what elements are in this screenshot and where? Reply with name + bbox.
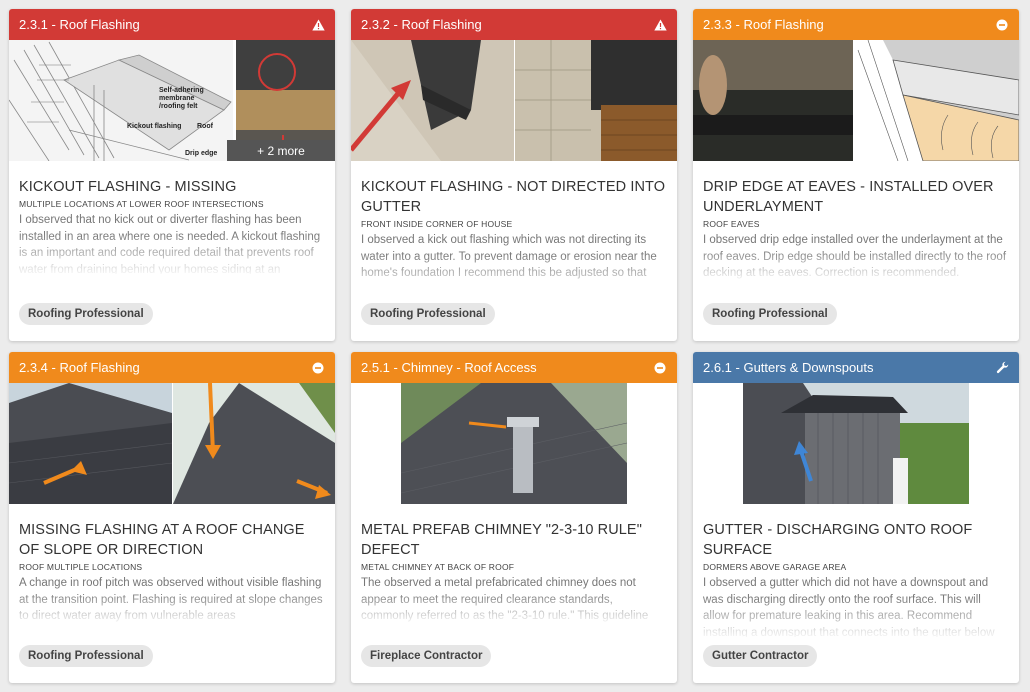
defect-card[interactable]: 2.3.4 - Roof Flashing MISSING FLASHING A… — [9, 352, 335, 683]
card-header: 2.6.1 - Gutters & Downspouts — [693, 352, 1019, 383]
card-photos[interactable]: Self-adhering membrane /roofing felt Kic… — [9, 40, 335, 161]
svg-text:Drip edge: Drip edge — [185, 150, 217, 157]
defect-description: I observed a kick out flashing which was… — [361, 234, 657, 279]
card-photos[interactable] — [351, 40, 677, 161]
defect-title: METAL PREFAB CHIMNEY "2-3-10 RULE" DEFEC… — [361, 522, 642, 558]
defect-location: MULTIPLE LOCATIONS AT LOWER ROOF INTERSE… — [19, 199, 264, 209]
card-header: 2.3.2 - Roof Flashing — [351, 9, 677, 40]
defect-description: I observed that no kick out or diverter … — [19, 214, 321, 274]
defect-description: The observed a metal prefabricated chimn… — [361, 577, 649, 622]
card-photos[interactable] — [693, 40, 1019, 161]
defect-description: I observed a gutter which did not have a… — [703, 577, 995, 637]
contractor-chip[interactable]: Roofing Professional — [703, 303, 837, 325]
defect-location: ROOF MULTIPLE LOCATIONS — [19, 562, 143, 572]
defect-card[interactable]: 2.3.2 - Roof Flashing KICKOUT FLASHING -… — [351, 9, 677, 341]
card-photos[interactable] — [693, 383, 1019, 504]
card-header: 2.3.1 - Roof Flashing — [9, 9, 335, 40]
card-header: 2.5.1 - Chimney - Roof Access — [351, 352, 677, 383]
defect-card[interactable]: 2.6.1 - Gutters & Downspouts GUTTER - DI… — [693, 352, 1019, 683]
svg-text:Kickout flashing: Kickout flashing — [127, 123, 181, 130]
wrench-icon — [995, 361, 1009, 375]
minus-circle-icon — [311, 361, 325, 375]
warning-icon — [653, 18, 667, 32]
defect-card-grid: 2.3.1 - Roof Flashing Self-adhering memb… — [0, 0, 1030, 692]
warning-icon — [311, 18, 325, 32]
defect-card[interactable]: 2.5.1 - Chimney - Roof Access METAL PREF… — [351, 352, 677, 683]
gutter-photo — [693, 383, 1019, 504]
defect-location: FRONT INSIDE CORNER OF HOUSE — [361, 219, 513, 229]
card-section-label: 2.3.3 - Roof Flashing — [703, 17, 824, 32]
defect-title: KICKOUT FLASHING - NOT DIRECTED INTO GUT… — [361, 179, 666, 215]
svg-text:Roof: Roof — [197, 123, 214, 130]
contractor-chip[interactable]: Roofing Professional — [361, 303, 495, 325]
minus-circle-icon — [995, 18, 1009, 32]
contractor-chip[interactable]: Roofing Professional — [19, 645, 153, 667]
roof-slope-photos — [9, 383, 335, 504]
card-photos[interactable] — [351, 383, 677, 504]
defect-description: I observed drip edge installed over the … — [703, 234, 1007, 279]
defect-title: DRIP EDGE AT EAVES - INSTALLED OVER UNDE… — [703, 179, 994, 215]
defect-location: DORMERS ABOVE GARAGE AREA — [703, 562, 847, 572]
defect-title: GUTTER - DISCHARGING ONTO ROOF SURFACE — [703, 522, 973, 558]
svg-text:Self-adhering: Self-adhering — [159, 87, 204, 94]
card-section-label: 2.3.4 - Roof Flashing — [19, 360, 140, 375]
defect-description: A change in roof pitch was observed with… — [19, 577, 323, 622]
defect-location: METAL CHIMNEY AT BACK OF ROOF — [361, 562, 515, 572]
minus-circle-icon — [653, 361, 667, 375]
chimney-photo — [351, 383, 677, 504]
drip-edge-photos — [693, 40, 1019, 161]
contractor-chip[interactable]: Gutter Contractor — [703, 645, 818, 667]
svg-text:membrane: membrane — [159, 95, 195, 102]
card-section-label: 2.6.1 - Gutters & Downspouts — [703, 360, 874, 375]
card-section-label: 2.5.1 - Chimney - Roof Access — [361, 360, 537, 375]
contractor-chip[interactable]: Fireplace Contractor — [361, 645, 492, 667]
defect-title: MISSING FLASHING AT A ROOF CHANGE OF SLO… — [19, 522, 305, 558]
kickout-flashing-photo — [351, 40, 677, 161]
defect-card[interactable]: 2.3.3 - Roof Flashing DRIP EDGE AT EAVES… — [693, 9, 1019, 341]
card-section-label: 2.3.2 - Roof Flashing — [361, 17, 482, 32]
card-section-label: 2.3.1 - Roof Flashing — [19, 17, 140, 32]
defect-location: ROOF EAVES — [703, 219, 760, 229]
defect-card[interactable]: 2.3.1 - Roof Flashing Self-adhering memb… — [9, 9, 335, 341]
contractor-chip[interactable]: Roofing Professional — [19, 303, 153, 325]
card-header: 2.3.3 - Roof Flashing — [693, 9, 1019, 40]
more-photos-button[interactable]: + 2 more — [227, 140, 335, 161]
defect-title: KICKOUT FLASHING - MISSING — [19, 179, 237, 195]
svg-text:/roofing felt: /roofing felt — [159, 103, 198, 110]
card-photos[interactable] — [9, 383, 335, 504]
card-header: 2.3.4 - Roof Flashing — [9, 352, 335, 383]
